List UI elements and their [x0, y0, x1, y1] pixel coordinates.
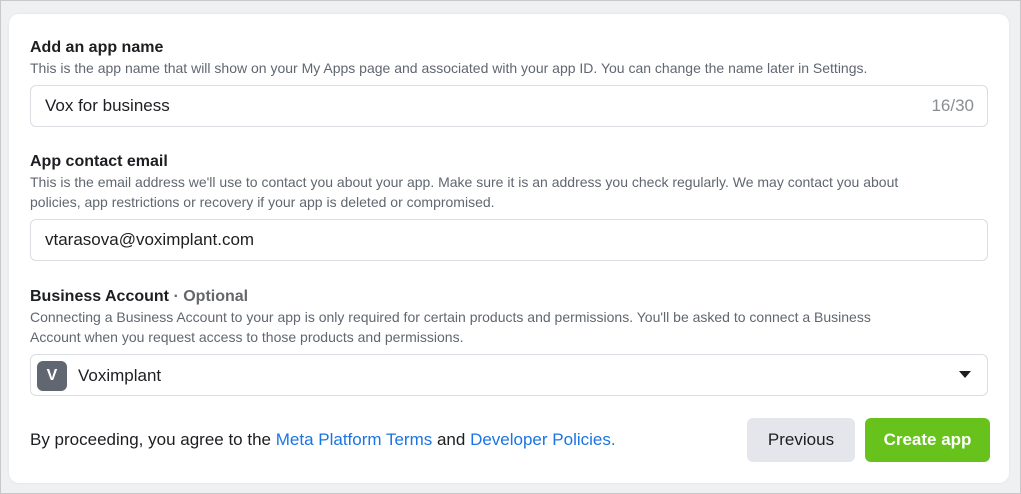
business-avatar: V — [37, 361, 67, 391]
terms-prefix: By proceeding, you agree to the — [30, 430, 276, 449]
app-name-section: Add an app name This is the app name tha… — [30, 38, 990, 78]
optional-tag: · Optional — [173, 288, 249, 305]
app-name-counter: 16/30 — [931, 96, 974, 115]
contact-email-input[interactable] — [45, 220, 905, 260]
meta-platform-terms-link[interactable]: Meta Platform Terms — [276, 430, 433, 449]
terms-suffix: . — [610, 430, 616, 449]
business-account-description-line1: Connecting a Business Account to your ap… — [30, 309, 871, 325]
contact-email-field[interactable] — [30, 219, 988, 261]
terms-notice: By proceeding, you agree to the Meta Pla… — [30, 430, 616, 450]
previous-button[interactable]: Previous — [747, 418, 855, 462]
chevron-down-icon[interactable] — [959, 371, 971, 378]
app-name-input[interactable] — [45, 86, 905, 126]
contact-email-description-line1: This is the email address we'll use to c… — [30, 174, 899, 190]
app-name-field[interactable]: 16/30 — [30, 85, 988, 127]
contact-email-section: App contact email This is the email addr… — [30, 152, 990, 212]
business-account-description-line2: Account when you request access to those… — [30, 329, 464, 345]
contact-email-description-line2: policies, app restrictions or recovery i… — [30, 194, 495, 210]
business-account-label-text: Business Account — [30, 288, 169, 305]
business-account-selected-value: Voximplant — [78, 366, 162, 385]
business-account-section: Business Account · Optional Connecting a… — [30, 287, 990, 347]
create-app-card: Add an app name This is the app name tha… — [9, 14, 1009, 483]
terms-conjunction: and — [432, 430, 471, 449]
business-account-label: Business Account · Optional — [30, 287, 990, 307]
contact-email-label: App contact email — [30, 153, 168, 170]
business-account-select[interactable]: V Voximplant — [30, 354, 988, 396]
app-name-description: This is the app name that will show on y… — [30, 60, 868, 76]
app-name-label: Add an app name — [30, 39, 164, 56]
developer-policies-link[interactable]: Developer Policies — [470, 430, 611, 449]
create-app-button[interactable]: Create app — [865, 418, 990, 462]
